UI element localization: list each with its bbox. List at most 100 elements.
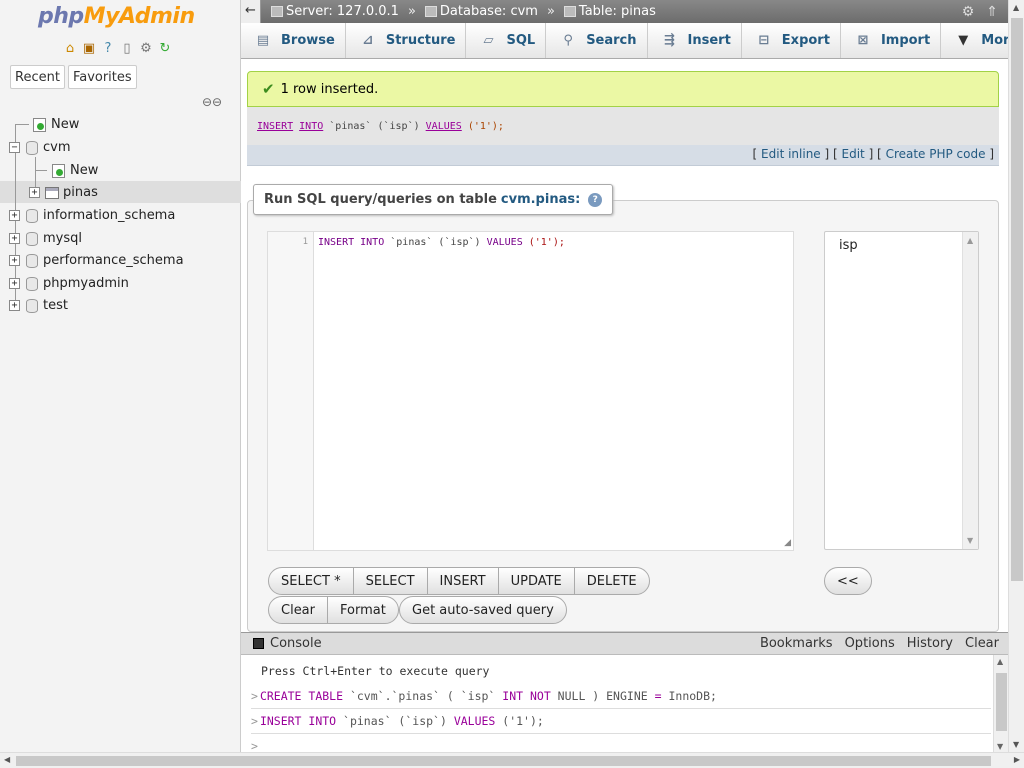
table-icon <box>43 185 59 199</box>
column-list[interactable]: isp ▲ ▼ <box>824 231 979 550</box>
collapse-icon[interactable]: − <box>9 141 20 153</box>
table-icon <box>563 6 576 17</box>
console-header[interactable]: Console Bookmarks Options History Clear <box>241 633 1008 655</box>
sql-editor[interactable]: 1 INSERT INTO `pinas` (`isp`) VALUES ('1… <box>267 231 794 551</box>
database-icon <box>23 276 39 291</box>
tree-item-cvm-new[interactable]: New <box>47 159 98 181</box>
link-icon[interactable]: ⊖⊖ <box>202 95 222 109</box>
expand-icon[interactable]: + <box>9 209 20 221</box>
expand-icon[interactable]: + <box>29 186 40 198</box>
database-icon <box>23 231 39 246</box>
console-hint: Press Ctrl+Enter to execute query <box>261 664 490 678</box>
check-icon: ✔ <box>262 80 275 98</box>
new-icon <box>31 117 47 132</box>
tree-item-cvm[interactable]: − cvm <box>9 136 71 158</box>
phpmyadmin-logo[interactable]: phpMyAdmin <box>38 4 195 29</box>
console-clear[interactable]: Clear <box>965 636 999 651</box>
tab-structure[interactable]: ⊿ Structure <box>346 23 467 58</box>
new-icon <box>50 163 66 178</box>
favorites-button[interactable]: Favorites <box>67 65 137 89</box>
delete-button[interactable]: DELETE <box>575 568 649 594</box>
server-icon <box>271 6 283 17</box>
tree-item-mysql[interactable]: + mysql <box>9 227 82 249</box>
select-all-button[interactable]: SELECT * <box>269 568 354 594</box>
structure-icon: ⊿ <box>362 33 374 48</box>
column-list-scrollbar[interactable]: ▲ ▼ <box>962 232 978 549</box>
console-history[interactable]: History <box>907 636 953 651</box>
sql-query-text[interactable]: INSERT INTO `pinas` (`isp`) VALUES ('1')… <box>318 237 565 248</box>
format-button[interactable]: Format <box>328 597 398 623</box>
console-scrollbar[interactable]: ▲ ▼ <box>993 655 1008 753</box>
chevron-down-icon: ▼ <box>958 33 969 48</box>
success-text: 1 row inserted. <box>280 81 379 97</box>
get-auto-saved-query-button[interactable]: Get auto-saved query <box>399 596 567 624</box>
database-icon <box>23 298 39 313</box>
help-icon[interactable]: ? <box>588 192 603 207</box>
breadcrumb: ← Server: 127.0.0.1 » Database: cvm » Ta… <box>241 0 1008 23</box>
create-php-code-link[interactable]: Create PHP code <box>886 147 986 161</box>
settings-icon[interactable]: ⚙ <box>138 40 154 56</box>
tab-sql[interactable]: ▱ SQL <box>466 23 547 58</box>
horizontal-scrollbar[interactable]: ◀ ▶ <box>0 752 1024 768</box>
console-panel: Console Bookmarks Options History Clear … <box>241 632 1008 753</box>
expand-icon[interactable]: + <box>9 232 20 244</box>
vertical-scrollbar[interactable]: ▲ ▼ <box>1008 0 1024 752</box>
tree-item-test[interactable]: + test <box>9 294 68 316</box>
tree-item-performance-schema[interactable]: + performance_schema <box>9 249 184 271</box>
tree-item-phpmyadmin[interactable]: + phpmyadmin <box>9 272 129 294</box>
update-button[interactable]: UPDATE <box>499 568 575 594</box>
import-icon: ⊠ <box>857 33 869 48</box>
edit-inline-link[interactable]: Edit inline <box>761 147 821 161</box>
query-template-buttons: SELECT * SELECT INSERT UPDATE DELETE <box>268 567 650 595</box>
insert-column-button[interactable]: << <box>824 567 872 595</box>
tab-browse[interactable]: ▤ Browse <box>241 23 346 58</box>
docs-icon[interactable]: ▯ <box>119 40 135 56</box>
console-line[interactable]: > CREATE TABLE `cvm`.`pinas` ( `isp` INT … <box>251 684 991 709</box>
search-icon: ⚲ <box>563 33 573 48</box>
tree-item-pinas[interactable]: + pinas <box>29 181 98 203</box>
line-number-gutter: 1 <box>268 232 314 550</box>
query-edit-buttons: Clear Format <box>268 596 399 624</box>
expand-icon[interactable]: + <box>9 254 20 266</box>
breadcrumb-database[interactable]: Database: cvm <box>424 4 538 19</box>
logout-icon[interactable]: ▣ <box>81 40 97 56</box>
tab-export[interactable]: ⊟ Export <box>742 23 841 58</box>
tree-item-new[interactable]: New <box>28 113 79 135</box>
clear-button[interactable]: Clear <box>269 597 328 623</box>
home-icon[interactable]: ⌂ <box>62 40 78 56</box>
console-line[interactable]: > INSERT INTO `pinas` (`isp`) VALUES ('1'… <box>251 709 991 734</box>
console-bookmarks[interactable]: Bookmarks <box>760 636 833 651</box>
breadcrumb-server[interactable]: Server: 127.0.0.1 <box>271 4 399 19</box>
console-output: Press Ctrl+Enter to execute query > CREAT… <box>251 659 991 759</box>
console-title[interactable]: Console <box>270 636 322 651</box>
insert-button[interactable]: INSERT <box>428 568 499 594</box>
expand-icon[interactable]: + <box>9 277 20 289</box>
success-message: ✔ 1 row inserted. <box>247 71 999 107</box>
collapse-nav-icon[interactable]: ← <box>241 0 261 23</box>
breadcrumb-separator: » <box>407 4 416 19</box>
browse-icon: ▤ <box>256 33 270 48</box>
query-links: [ Edit inline ] [ Edit ] [ Create PHP co… <box>247 145 999 166</box>
breadcrumb-table[interactable]: Table: pinas <box>563 4 656 19</box>
recent-button[interactable]: Recent <box>10 65 65 89</box>
resize-handle[interactable]: ◢ <box>784 538 791 548</box>
tree-line <box>15 124 29 125</box>
export-icon: ⊟ <box>758 33 770 48</box>
tab-insert[interactable]: ⇶ Insert <box>648 23 742 58</box>
help-icon[interactable]: ? <box>100 40 116 56</box>
settings-icon[interactable]: ⚙ <box>962 4 975 20</box>
tab-search[interactable]: ⚲ Search <box>546 23 648 58</box>
tree-item-information-schema[interactable]: + information_schema <box>9 204 175 226</box>
console-options[interactable]: Options <box>845 636 895 651</box>
edit-link[interactable]: Edit <box>842 147 865 161</box>
insert-icon: ⇶ <box>664 33 675 48</box>
reload-icon[interactable]: ↻ <box>157 40 173 56</box>
navigation-panel: phpMyAdmin ⌂ ▣ ? ▯ ⚙ ↻ Recent Favorites … <box>0 0 241 752</box>
select-button[interactable]: SELECT <box>354 568 428 594</box>
column-item-isp[interactable]: isp <box>839 238 858 253</box>
expand-icon[interactable]: + <box>9 299 20 311</box>
minimize-icon[interactable]: ⇑ <box>986 4 998 20</box>
tab-import[interactable]: ⊠ Import <box>841 23 942 58</box>
tree-line <box>35 170 47 171</box>
console-icon <box>253 638 264 649</box>
